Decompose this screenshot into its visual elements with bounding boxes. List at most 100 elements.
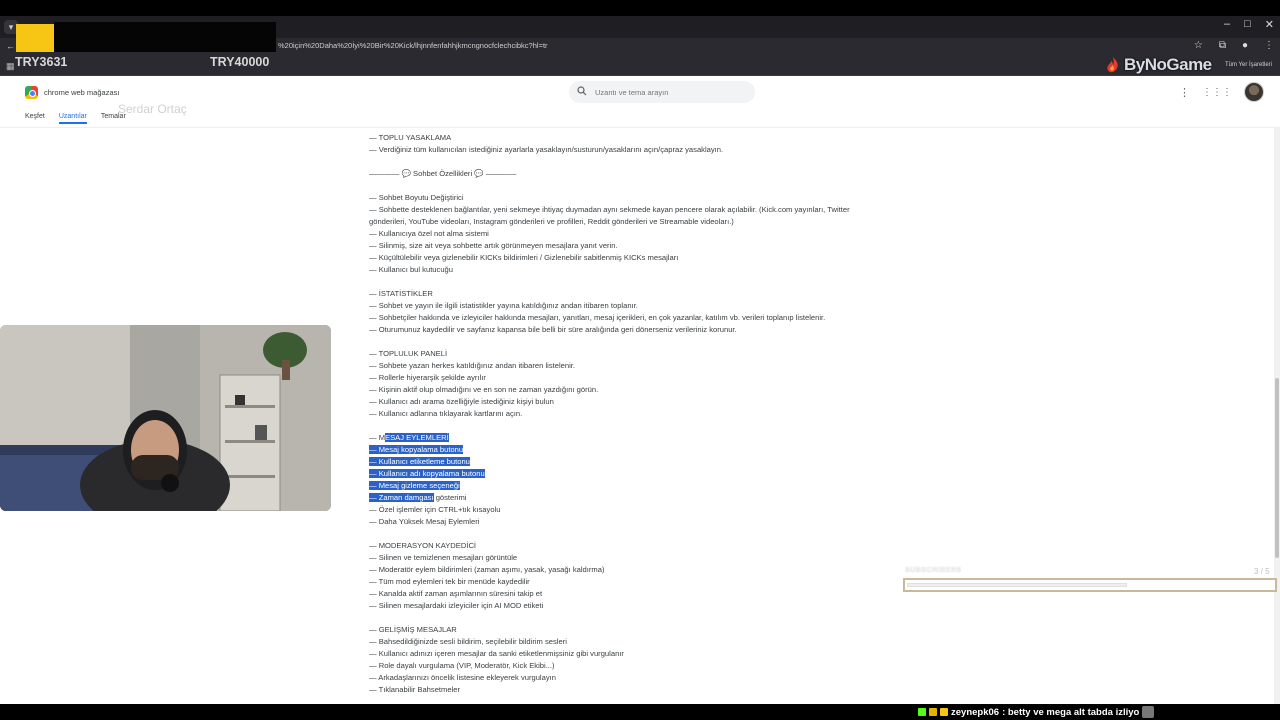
highlighted-line: — MESAJ EYLEMLERİ	[369, 432, 889, 444]
description-line: — Tıklanabilir Bahsetmeler	[369, 685, 461, 694]
minimize-icon[interactable]: –	[1224, 18, 1230, 31]
star-icon[interactable]: ☆	[1194, 40, 1203, 51]
tab-extensions[interactable]: Uzantılar	[58, 113, 87, 124]
description-line: — TOPLULUK PANELİ	[369, 349, 448, 358]
emote-icon	[1142, 706, 1155, 718]
subscriber-goal-fill	[907, 583, 1127, 587]
store-title[interactable]: chrome web mağazası	[44, 88, 119, 97]
donation-goal-right: TRY40000	[210, 55, 270, 69]
webcam-feed	[0, 325, 331, 511]
description-line: — Kullanıcı bul kutucuğu	[369, 265, 454, 274]
description-line: — Verdiğiniz tüm kullanıcıları istediğin…	[369, 145, 724, 154]
extension-description: — TOPLU YASAKLAMA — Verdiğiniz tüm kulla…	[369, 132, 889, 696]
description-line: — Sohbette desteklenen bağlantılar, yeni…	[369, 205, 850, 226]
overlay-redaction-box	[54, 22, 276, 52]
subscriber-badge-icon	[929, 708, 937, 716]
search-input[interactable]	[595, 85, 745, 99]
store-nav: Keşfet Uzantılar Temalar	[25, 113, 126, 124]
description-line: — Arkadaşlarınızı öncelik listesine ekle…	[369, 673, 556, 682]
chat-username: zeynepk06	[951, 706, 1000, 718]
description-line: ———— 💬 Sohbet Özellikleri 💬 ————	[369, 169, 517, 178]
description-line: — TOPLU YASAKLAMA	[369, 133, 452, 142]
selected-text: — Zaman damgası	[369, 493, 434, 502]
tab-discover[interactable]: Keşfet	[25, 113, 45, 124]
highlighted-line: — Mesaj gizleme seçeneği	[369, 480, 889, 492]
back-icon[interactable]: ←	[6, 41, 15, 51]
description-line: — Tüm mod eylemleri tek bir menüde kayde…	[369, 577, 530, 586]
description-line: — Silinen mesajlardaki izleyiciler için …	[369, 601, 544, 610]
description-line: — Sohbet Boyutu Değiştirici	[369, 193, 464, 202]
description-line: — Silinmiş, size ait veya sohbette artık…	[369, 241, 618, 250]
more-options-icon[interactable]: ⋮	[1179, 86, 1190, 99]
store-header: chrome web mağazası Serdar Ortaç Keşfet …	[0, 76, 1280, 128]
chrome-web-store-logo[interactable]	[25, 86, 38, 99]
gift-badge-icon	[940, 708, 948, 716]
donation-total-left: TRY3631	[15, 55, 68, 69]
chat-ticker: zeynepk06 : betty ve mega alt tabda izli…	[0, 704, 1280, 720]
faded-streamer-name: Serdar Ortaç	[118, 102, 187, 116]
description-line: — Sohbet ve yayın ile ilgili istatistikl…	[369, 301, 638, 310]
description-line: — Kanalda aktif zaman aşımlarının süresi…	[369, 589, 543, 598]
highlighted-line: — Kullanıcı adı kopyalama butonu	[369, 468, 889, 480]
description-line: — Kullanıcıya özel not alma sistemi	[369, 229, 489, 238]
google-apps-icon[interactable]: ⋮⋮⋮	[1202, 87, 1232, 98]
moderator-badge-icon	[918, 708, 926, 716]
description-line: — Moderatör eylem bildirimleri (zaman aş…	[369, 565, 605, 574]
tab-themes[interactable]: Temalar	[101, 113, 126, 124]
subscriber-goal-bar	[903, 578, 1277, 592]
selected-text: — Kullanıcı adı kopyalama butonu	[369, 469, 485, 478]
description-line: — Kullanıcı adlarına tıklayarak kartları…	[369, 409, 523, 418]
description-line: — Sohbete yazan herkes katıldığınız anda…	[369, 361, 575, 370]
webcam-image	[0, 325, 331, 511]
close-icon[interactable]: ✕	[1265, 18, 1274, 31]
description-line: — Rollerle hiyerarşik şekilde ayrılır	[369, 373, 486, 382]
maximize-icon[interactable]: □	[1244, 18, 1251, 31]
line-prefix: — M	[369, 433, 386, 442]
all-bookmarks-link[interactable]: Tüm Yer İşaretleri	[1225, 62, 1272, 68]
selected-text: — Mesaj kopyalama butonu	[369, 445, 464, 454]
subscriber-goal-label: SUBSCRIBERS	[905, 567, 962, 574]
selected-text: ESAJ EYLEMLERİ	[385, 433, 449, 442]
bookmarks-bar: ▦ Tüm Yer İşaretleri	[0, 56, 1280, 76]
subscriber-goal-count: 3 / 5	[1254, 567, 1270, 576]
store-search[interactable]	[569, 81, 755, 103]
description-line: — Silinen ve temizlenen mesajları görünt…	[369, 553, 518, 562]
selected-text: — Kullanıcı etiketleme butonu	[369, 457, 470, 466]
menu-dots-icon[interactable]: ⋮	[1264, 40, 1274, 51]
overlay-yellow-box	[16, 24, 54, 52]
selected-text: — Mesaj gizleme seçeneği	[369, 481, 460, 490]
screen: ▾ – □ ✕ ← %20için%20Daha%20İyi%20Bir%20K…	[0, 0, 1280, 720]
screen-top-bar	[0, 0, 1280, 16]
description-line: — Özel işlemler için CTRL+tık kısayolu	[369, 505, 501, 514]
description-line: — Daha Yüksek Mesaj Eylemleri	[369, 517, 480, 526]
window-controls: – □ ✕	[1224, 18, 1274, 31]
profile-icon[interactable]: ●	[1242, 40, 1248, 51]
description-line: — Bahsedildiğinizde sesli bildirim, seçi…	[369, 637, 567, 646]
description-line: — Kişinin aktif olup olmadığını ve en so…	[369, 385, 599, 394]
extensions-icon[interactable]: ⧉	[1219, 40, 1226, 51]
sponsor-logo: ByNoGame	[1104, 55, 1212, 75]
flame-icon	[1107, 56, 1118, 73]
avatar[interactable]	[1244, 82, 1264, 102]
page-scrollbar[interactable]	[1274, 128, 1280, 704]
sponsor-logo-text: ByNoGame	[1124, 55, 1212, 74]
url-text[interactable]: %20için%20Daha%20İyi%20Bir%20Kick/lhjnnf…	[278, 41, 548, 50]
description-line: — GELİŞMİŞ MESAJLAR	[369, 625, 457, 634]
header-actions: ⋮ ⋮⋮⋮	[1179, 82, 1264, 102]
address-bar-icons: ☆ ⧉ ● ⋮	[1194, 40, 1274, 51]
scrollbar-thumb[interactable]	[1275, 378, 1279, 558]
description-line: — Role dayalı vurgulama (VIP, Moderatör,…	[369, 661, 555, 670]
highlighted-line: — Kullanıcı etiketleme butonu	[369, 456, 889, 468]
search-icon	[577, 86, 587, 96]
line-suffix: gösterimi	[433, 493, 467, 502]
apps-grid-icon[interactable]: ▦	[6, 61, 15, 72]
highlighted-line: — Mesaj kopyalama butonu	[369, 444, 889, 456]
description-line: — İSTATİSTİKLER	[369, 289, 433, 298]
